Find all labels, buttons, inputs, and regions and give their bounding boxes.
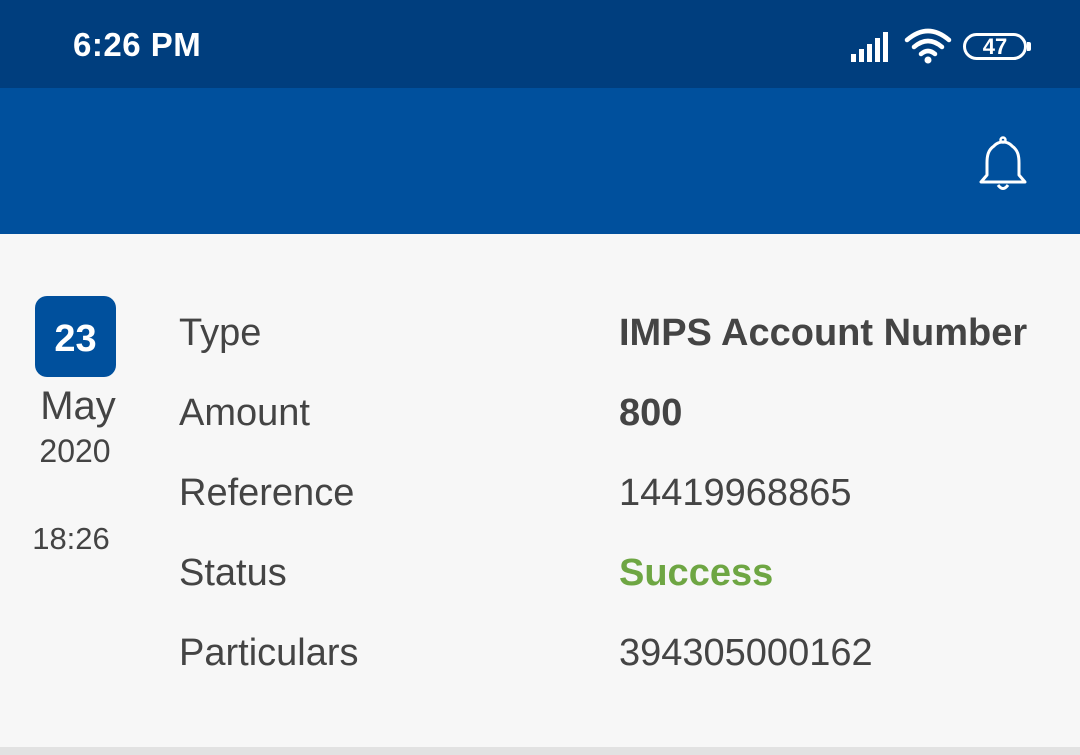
status-value: Success: [619, 552, 774, 594]
bottom-divider: [0, 747, 1080, 755]
type-label: Type: [179, 312, 262, 354]
status-bar: 6:26 PM 47: [0, 0, 1080, 88]
date-month: May: [40, 384, 116, 428]
particulars-value: 394305000162: [619, 632, 873, 674]
bell-icon[interactable]: [972, 136, 1034, 198]
reference-label: Reference: [179, 472, 355, 514]
particulars-label: Particulars: [179, 632, 359, 674]
date-day-badge: 23: [35, 296, 116, 377]
type-value: IMPS Account Number: [619, 312, 1028, 354]
battery-level: 47: [982, 34, 1008, 59]
reference-value: 14419968865: [619, 472, 852, 514]
date-day: 23: [54, 318, 97, 360]
amount-value: 800: [619, 392, 683, 434]
status-label: Status: [179, 552, 287, 594]
transaction-details: 23 May 2020 18:26 Type IMPS Account Numb…: [0, 234, 1080, 747]
wifi-icon: [904, 28, 952, 64]
app-bar: [0, 88, 1080, 234]
date-year: 2020: [39, 433, 111, 469]
battery-icon: 47: [963, 33, 1031, 60]
signal-icon: [851, 32, 888, 62]
date-time: 18:26: [32, 521, 110, 556]
amount-label: Amount: [179, 392, 310, 434]
status-time: 6:26 PM: [73, 26, 202, 63]
